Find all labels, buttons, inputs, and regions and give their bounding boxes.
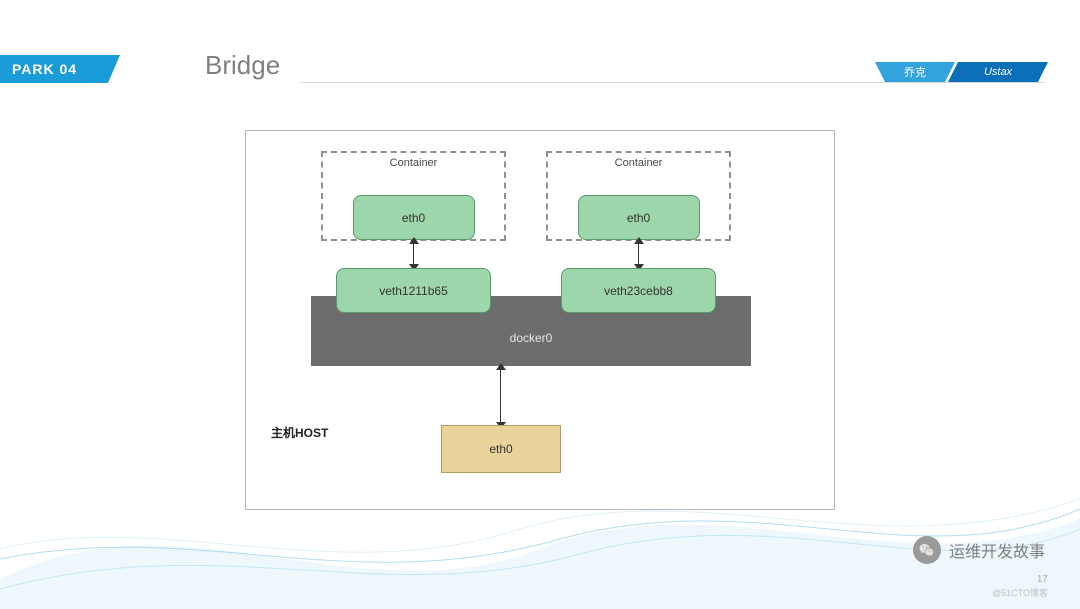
host-eth0: eth0 [441, 425, 561, 473]
watermark: 运维开发故事 [913, 536, 1045, 564]
arrow-eth-veth-right [638, 243, 639, 265]
section-tab: PARK 04 [0, 55, 120, 83]
host-label: 主机HOST [271, 424, 328, 441]
arrow-docker-host [500, 369, 501, 423]
network-diagram: Container eth0 Container eth0 veth1211b6… [245, 130, 835, 510]
container-box-left: Container eth0 [321, 151, 506, 241]
watermark-text: 运维开发故事 [949, 538, 1045, 562]
credit-text: @51CTO博客 [992, 586, 1048, 599]
brand-badge: Ustax [948, 62, 1048, 82]
title-divider [300, 82, 1045, 83]
page-number: 17 [1037, 574, 1048, 585]
veth-left: veth1211b65 [336, 268, 491, 313]
author-badge: 乔克 [875, 62, 955, 82]
arrow-eth-veth-left [413, 243, 414, 265]
container-box-right: Container eth0 [546, 151, 731, 241]
veth-right: veth23cebb8 [561, 268, 716, 313]
container-label: Container [548, 157, 729, 169]
wechat-icon [913, 536, 941, 564]
container-eth0-right: eth0 [578, 195, 700, 240]
container-eth0-left: eth0 [353, 195, 475, 240]
slide-title: Bridge [205, 50, 280, 81]
container-label: Container [323, 157, 504, 169]
